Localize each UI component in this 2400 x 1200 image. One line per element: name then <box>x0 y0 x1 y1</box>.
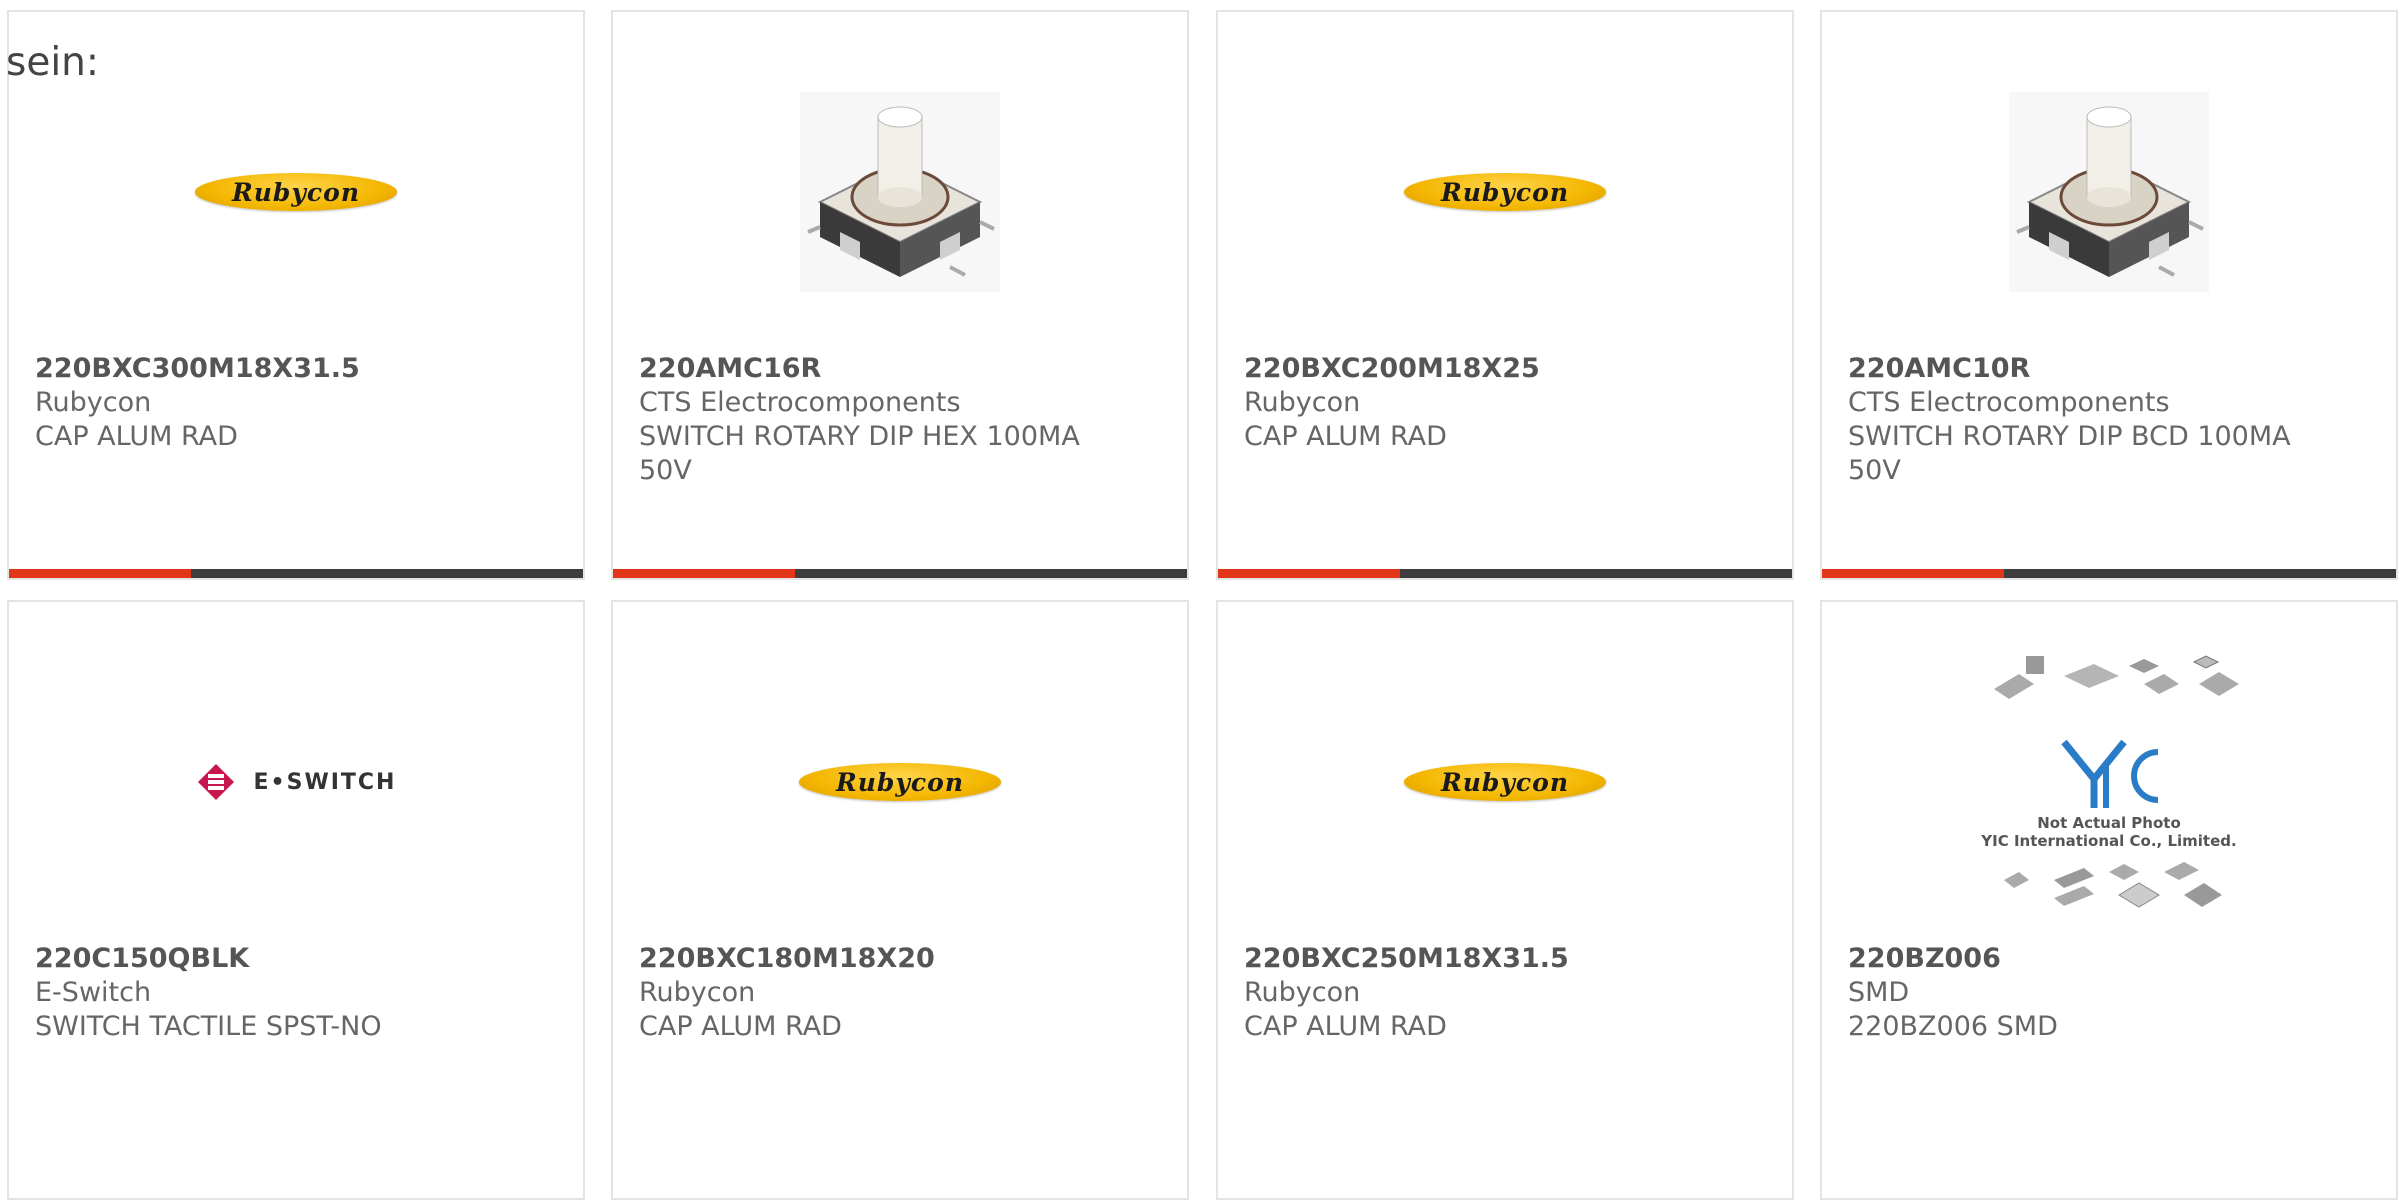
yic-company-note: YIC International Co., Limited. <box>1981 832 2237 850</box>
product-info: 220BXC180M18X20 Rubycon CAP ALUM RAD <box>639 942 1087 1044</box>
product-image[interactable]: Rubycon <box>613 657 1187 907</box>
manufacturer: Rubycon <box>35 387 152 418</box>
part-number-link[interactable]: 220BZ006 <box>1848 942 2296 976</box>
part-number-link[interactable]: 220AMC10R <box>1848 352 2296 386</box>
product-card[interactable]: E•SWITCH 220C150QBLK E-Switch SWITCH TAC… <box>7 600 585 1200</box>
product-info: 220BXC300M18X31.5 Rubycon CAP ALUM RAD <box>35 352 483 454</box>
product-card[interactable]: Rubycon 220BXC250M18X31.5 Rubycon CAP AL… <box>1216 600 1794 1200</box>
product-info: 220BXC200M18X25 Rubycon CAP ALUM RAD <box>1244 352 1692 454</box>
description: SWITCH TACTILE SPST-NO <box>35 1011 382 1042</box>
product-card[interactable]: Not Actual Photo YIC International Co., … <box>1820 600 2398 1200</box>
product-info: 220AMC10R CTS Electrocomponents SWITCH R… <box>1848 352 2296 488</box>
part-number-link[interactable]: 220C150QBLK <box>35 942 483 976</box>
eswitch-logo: E•SWITCH <box>196 762 397 802</box>
rubycon-logo: Rubycon <box>1404 763 1606 801</box>
description: CAP ALUM RAD <box>35 421 238 452</box>
product-card[interactable]: Rubycon 220BXC300M18X31.5 Rubycon CAP AL… <box>7 10 585 580</box>
description: SWITCH ROTARY DIP BCD 100MA 50V <box>1848 421 2291 486</box>
product-image[interactable]: Not Actual Photo YIC International Co., … <box>1822 655 2396 908</box>
product-card[interactable]: Rubycon 220BXC180M18X20 Rubycon CAP ALUM… <box>611 600 1189 1200</box>
product-info: 220AMC16R CTS Electrocomponents SWITCH R… <box>639 352 1087 488</box>
part-number-link[interactable]: 220BXC250M18X31.5 <box>1244 942 1692 976</box>
description: CAP ALUM RAD <box>1244 1011 1447 1042</box>
manufacturer: Rubycon <box>1244 387 1361 418</box>
manufacturer: CTS Electrocomponents <box>639 387 961 418</box>
not-actual-photo-note: Not Actual Photo <box>2037 814 2181 832</box>
intro-text: sein: <box>6 40 100 85</box>
product-image[interactable]: Rubycon <box>1218 657 1792 907</box>
product-image[interactable] <box>613 67 1187 317</box>
product-grid: Rubycon 220BXC300M18X31.5 Rubycon CAP AL… <box>0 0 2400 1200</box>
product-card[interactable]: 220AMC16R CTS Electrocomponents SWITCH R… <box>611 10 1189 580</box>
description: CAP ALUM RAD <box>639 1011 842 1042</box>
description: 220BZ006 SMD <box>1848 1011 2058 1042</box>
card-bar <box>1218 569 1792 578</box>
manufacturer: E-Switch <box>35 977 152 1008</box>
product-info: 220C150QBLK E-Switch SWITCH TACTILE SPST… <box>35 942 483 1044</box>
product-card[interactable]: Rubycon 220BXC200M18X25 Rubycon CAP ALUM… <box>1216 10 1794 580</box>
part-number-link[interactable]: 220BXC200M18X25 <box>1244 352 1692 386</box>
description: SWITCH ROTARY DIP HEX 100MA 50V <box>639 421 1080 486</box>
rubycon-logo: Rubycon <box>799 763 1001 801</box>
card-bar <box>613 569 1187 578</box>
product-card[interactable]: 220AMC10R CTS Electrocomponents SWITCH R… <box>1820 10 2398 580</box>
rotary-dip-switch-photo <box>800 92 1000 292</box>
card-bar <box>1822 569 2396 578</box>
product-image[interactable]: E•SWITCH <box>9 657 583 907</box>
product-image[interactable]: Rubycon <box>1218 67 1792 317</box>
part-number-link[interactable]: 220AMC16R <box>639 352 1087 386</box>
product-info: 220BZ006 SMD 220BZ006 SMD <box>1848 942 2296 1044</box>
part-number-link[interactable]: 220BXC300M18X31.5 <box>35 352 483 386</box>
rotary-dip-switch-photo <box>2009 92 2209 292</box>
product-image[interactable]: Rubycon <box>9 67 583 317</box>
part-number-link[interactable]: 220BXC180M18X20 <box>639 942 1087 976</box>
description: CAP ALUM RAD <box>1244 421 1447 452</box>
rubycon-logo: Rubycon <box>1404 173 1606 211</box>
rubycon-logo: Rubycon <box>195 173 397 211</box>
product-info: 220BXC250M18X31.5 Rubycon CAP ALUM RAD <box>1244 942 1692 1044</box>
card-bar <box>9 569 583 578</box>
product-image[interactable] <box>1822 67 2396 317</box>
components-illustration-icon <box>2004 862 2222 908</box>
yic-logo <box>2061 739 2159 808</box>
manufacturer: Rubycon <box>639 977 756 1008</box>
not-actual-photo-placeholder: Not Actual Photo YIC International Co., … <box>1974 644 2244 920</box>
manufacturer: Rubycon <box>1244 977 1361 1008</box>
manufacturer: SMD <box>1848 977 1910 1008</box>
manufacturer: CTS Electrocomponents <box>1848 387 2170 418</box>
components-illustration-icon <box>1994 655 2239 699</box>
